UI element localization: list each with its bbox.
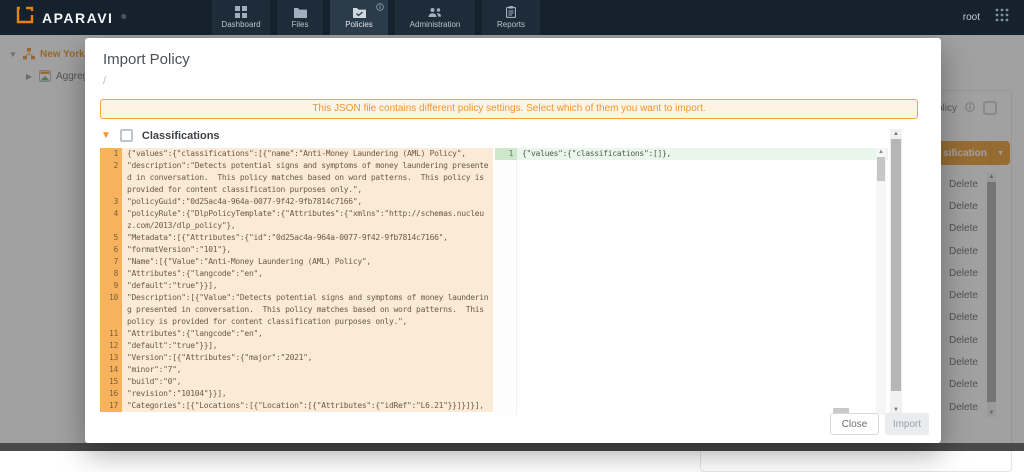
import-policy-modal: Import Policy / This JSON file contains …: [85, 38, 941, 443]
line-number: 6: [100, 244, 122, 256]
line-number: 1: [495, 148, 517, 160]
line-number: 14: [100, 364, 122, 376]
line-code: "build":"0",: [122, 376, 493, 388]
line-number: 4: [100, 208, 122, 232]
diff-line: 12 "default":"true"}}],: [100, 340, 493, 352]
line-number: 3: [100, 196, 122, 208]
section-collapse-chevron-icon[interactable]: ▼: [101, 130, 111, 141]
scroll-up-icon[interactable]: ▲: [876, 148, 886, 156]
diff-line: 15 "build":"0",: [100, 376, 493, 388]
diff-line: 14 "minor":"7",: [100, 364, 493, 376]
dashboard-icon: [235, 6, 247, 18]
diff-line: 6 "formatVersion":"101"},: [100, 244, 493, 256]
diff-line: 8 "Attributes":{"langcode":"en",: [100, 268, 493, 280]
tab-files[interactable]: Files: [277, 0, 323, 35]
scroll-up-icon[interactable]: ▲: [890, 129, 902, 139]
line-number: 9: [100, 280, 122, 292]
line-code: "Categories":[{"Locations":[{"Location":…: [122, 400, 493, 412]
diff-left-pane[interactable]: 1 {"values":{"classifications":[{"name":…: [100, 148, 493, 415]
diff-line: 7 "Name":[{"Value":"Anti-Money Launderin…: [100, 256, 493, 268]
line-number: 1: [100, 148, 122, 160]
tab-policies[interactable]: Policies: [330, 0, 388, 35]
diff-line: 11 "Attributes":{"langcode":"en",: [100, 328, 493, 340]
line-number: 2: [100, 160, 122, 196]
line-number: 11: [100, 328, 122, 340]
tab-administration[interactable]: Administration: [395, 0, 475, 35]
diff-pane-scrollbar[interactable]: ▲: [876, 148, 886, 415]
topbar: APARAVI ® Dashboard Files Policies Admin…: [0, 0, 1024, 35]
tab-dashboard[interactable]: Dashboard: [212, 0, 270, 35]
modal-path: /: [103, 75, 106, 87]
line-number: 8: [100, 268, 122, 280]
line-code: {"values":{"classifications":[]},: [517, 148, 888, 160]
diff-line: 5 "Metadata":[{"Attributes":{"id":"0d25a…: [100, 232, 493, 244]
line-code: "policyRule":{"DlpPolicyTemplate":{"Attr…: [122, 208, 493, 232]
tab-reports-label: Reports: [497, 20, 525, 29]
line-code: "default":"true"}}],: [122, 340, 493, 352]
line-number: 15: [100, 376, 122, 388]
brand-trademark: ®: [121, 15, 125, 21]
line-code: "Metadata":[{"Attributes":{"id":"0d25ac4…: [122, 232, 493, 244]
administration-icon: [428, 7, 442, 18]
scrollbar-thumb[interactable]: [891, 139, 901, 391]
line-number: 13: [100, 352, 122, 364]
line-code: {"values":{"classifications":[{"name":"A…: [122, 148, 493, 160]
line-number: 10: [100, 292, 122, 328]
line-number: 16: [100, 388, 122, 400]
modal-scrollbar[interactable]: ▲ ▼: [890, 129, 902, 415]
line-code: "Description":[{"Value":"Detects potenti…: [122, 292, 493, 328]
line-number: 12: [100, 340, 122, 352]
line-code: "Attributes":{"langcode":"en",: [122, 268, 493, 280]
policies-icon: [353, 7, 366, 18]
modal-title: Import Policy: [103, 51, 190, 68]
brand[interactable]: APARAVI ®: [0, 6, 200, 29]
diff-line: 9 "default":"true"}}],: [100, 280, 493, 292]
app-grid-icon[interactable]: [994, 7, 1010, 28]
line-code: "default":"true"}}],: [122, 280, 493, 292]
reports-icon: [506, 6, 516, 18]
diff-line: 10 "Description":[{"Value":"Detects pote…: [100, 292, 493, 328]
diff-line: 3 "policyGuid":"0d25ac4a-964a-0077-9f42-…: [100, 196, 493, 208]
line-code: "Version":[{"Attributes":{"major":"2021"…: [122, 352, 493, 364]
line-number: 17: [100, 400, 122, 412]
tab-policies-label: Policies: [345, 20, 373, 29]
brand-name: APARAVI: [42, 10, 113, 26]
line-code: "policyGuid":"0d25ac4a-964a-0077-9f42-9f…: [122, 196, 493, 208]
tab-administration-label: Administration: [410, 20, 461, 29]
line-code: "Name":[{"Value":"Anti-Money Laundering …: [122, 256, 493, 268]
policies-info-icon[interactable]: [376, 3, 384, 11]
diff-line: 4 "policyRule":{"DlpPolicyTemplate":{"At…: [100, 208, 493, 232]
tab-reports[interactable]: Reports: [482, 0, 540, 35]
import-button[interactable]: Import: [885, 413, 929, 435]
line-code: "revision":"10104"}}],: [122, 388, 493, 400]
classifications-section-header[interactable]: ▼ Classifications: [101, 129, 220, 142]
diff-line: 2 "description":"Detects potential signs…: [100, 160, 493, 196]
diff-line: 1 {"values":{"classifications":[{"name":…: [100, 148, 493, 160]
classifications-section-label: Classifications: [142, 130, 220, 142]
line-code: "description":"Detects potential signs a…: [122, 160, 493, 196]
aparavi-logo-icon: [16, 6, 34, 29]
right-gutter-background: [495, 148, 517, 415]
json-diff-viewer: 1 {"values":{"classifications":[{"name":…: [100, 148, 888, 415]
tab-files-label: Files: [292, 20, 309, 29]
line-code: "Attributes":{"langcode":"en",: [122, 328, 493, 340]
tab-dashboard-label: Dashboard: [221, 20, 260, 29]
diff-right-pane[interactable]: 1 {"values":{"classifications":[]},: [495, 148, 888, 415]
diff-line: 16 "revision":"10104"}}],: [100, 388, 493, 400]
scrollbar-thumb[interactable]: [877, 157, 885, 181]
close-button[interactable]: Close: [830, 413, 879, 435]
warning-banner: This JSON file contains different policy…: [100, 99, 918, 119]
line-code: "minor":"7",: [122, 364, 493, 376]
classifications-checkbox[interactable]: [120, 129, 133, 142]
diff-line: 17 "Categories":[{"Locations":[{"Locatio…: [100, 400, 493, 412]
diff-line: 1 {"values":{"classifications":[]},: [495, 148, 888, 160]
diff-line: 13 "Version":[{"Attributes":{"major":"20…: [100, 352, 493, 364]
files-icon: [294, 7, 307, 18]
line-number: 7: [100, 256, 122, 268]
line-number: 5: [100, 232, 122, 244]
main-nav: Dashboard Files Policies Administration …: [212, 0, 540, 35]
user-name[interactable]: root: [963, 12, 980, 23]
line-code: "formatVersion":"101"},: [122, 244, 493, 256]
